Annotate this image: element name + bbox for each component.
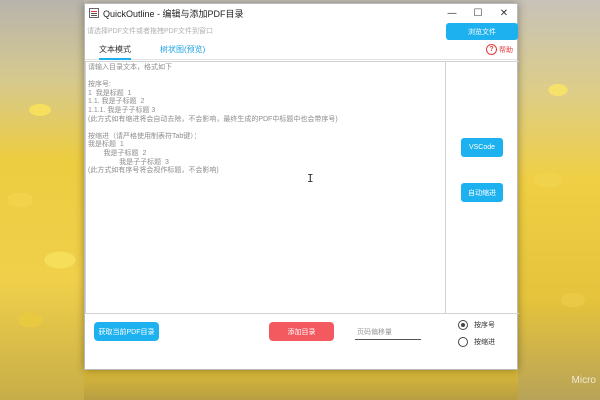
title-bar[interactable]: QuickOutline - 编辑与添加PDF目录 — ☐ ✕: [85, 4, 517, 22]
editor-line: 我是子子标题 3: [88, 158, 169, 166]
bottom-toolbar: 获取当前PDF目录 添加目录 按序号 按缩进: [85, 314, 517, 371]
editor-line: 1.1.1. 我是子子标题 3: [88, 106, 156, 114]
tab-tree-preview[interactable]: 树状图(预览): [160, 44, 205, 55]
radio-by-number[interactable]: 按序号: [458, 320, 495, 330]
auto-indent-button[interactable]: 自动缩进: [461, 183, 503, 202]
radio-unchecked-icon: [458, 337, 468, 347]
editor-line: (此方式如有序号将会视作标题，不会影响): [88, 167, 219, 175]
radio-label: 按序号: [474, 322, 495, 329]
editor-line: (此方式如有缩进将会自动去除，不会影响，最终生成的PDF中标题中也会带序号): [88, 115, 338, 123]
add-outline-button[interactable]: 添加目录: [269, 322, 334, 341]
editor-line: 按序号:: [88, 81, 111, 89]
mode-tabs: 文本模式 树状图(预览) ? 帮助: [85, 42, 517, 60]
window-title: QuickOutline - 编辑与添加PDF目录: [103, 8, 244, 19]
minimize-button[interactable]: —: [439, 4, 465, 22]
browse-file-button[interactable]: 浏览文件: [446, 23, 518, 40]
close-button[interactable]: ✕: [491, 4, 517, 22]
radio-label: 按缩进: [474, 339, 495, 346]
app-logo-icon: [89, 8, 99, 18]
radio-by-indent[interactable]: 按缩进: [458, 337, 495, 347]
page-offset-input[interactable]: [355, 325, 421, 340]
help-label: 帮助: [499, 46, 513, 54]
tab-text-mode[interactable]: 文本模式: [99, 44, 131, 60]
outline-text-editor[interactable]: 请输入目录文本，格式如下 按序号: 1 我是标题 1 1.1. 我是子标题 2 …: [85, 61, 446, 314]
editor-line: 我是子标题 2: [88, 149, 147, 157]
editor-line: 请输入目录文本，格式如下: [88, 64, 172, 71]
app-window: QuickOutline - 编辑与添加PDF目录 — ☐ ✕ 请选择PDF文件…: [84, 3, 519, 371]
editor-line: 按缩进（请严格使用制表符Tab键）：: [88, 132, 201, 140]
help-link[interactable]: ? 帮助: [486, 44, 513, 55]
window-controls: — ☐ ✕: [439, 4, 517, 22]
maximize-button[interactable]: ☐: [465, 4, 491, 22]
desktop-wallpaper-left: [0, 0, 84, 400]
text-cursor-icon: I: [307, 172, 314, 185]
radio-checked-icon: [458, 320, 468, 330]
editor-line: 1.1. 我是子标题 2: [88, 98, 145, 106]
editor-line: 我是标题 1: [88, 141, 124, 149]
get-current-outline-button[interactable]: 获取当前PDF目录: [94, 322, 159, 341]
file-hint: 请选择PDF文件或者拖拽PDF文件到窗口: [87, 28, 213, 35]
help-icon: ?: [486, 44, 497, 55]
vscode-button[interactable]: VSCode: [461, 138, 503, 157]
desktop-wallpaper-bottom: [84, 370, 518, 400]
desktop-wallpaper-right: [518, 0, 600, 400]
desktop-watermark: Micro: [571, 375, 596, 386]
